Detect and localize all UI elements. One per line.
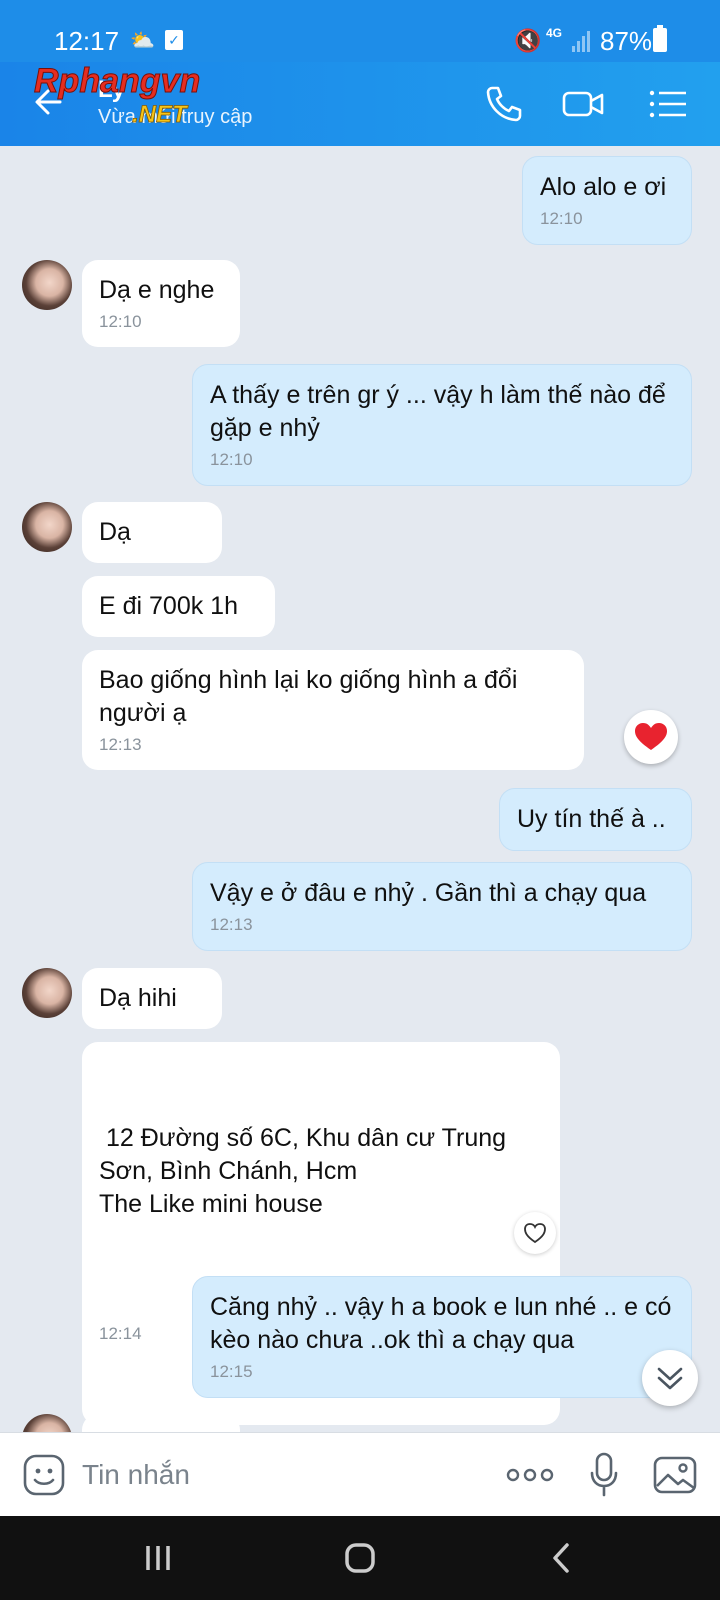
status-bar: 12:17 ⛅ ✓ 🔇 4G 87% [0, 0, 720, 62]
message-time: 12:15 [210, 1362, 253, 1381]
back-arrow-icon[interactable] [30, 82, 70, 122]
message-text: A thấy e trên gr ý ... vậy h làm thế nào… [210, 381, 666, 442]
presence-status: Vừa mới truy cập [98, 106, 253, 128]
battery-icon [653, 25, 667, 52]
image-gallery-icon[interactable] [652, 1453, 698, 1497]
chat-header: Ly Vừa mới truy cập Rphangvn .NET [0, 62, 720, 146]
message-text: Dạ e nghe [99, 276, 215, 304]
double-chevron-down-icon [657, 1367, 683, 1390]
signal-icon [572, 30, 594, 52]
message-time: 12:13 [210, 915, 253, 934]
message-time: 12:13 [99, 735, 142, 754]
message-text: Căng nhỷ .. vậy h a book e lun nhé .. e … [210, 1293, 672, 1354]
heart-icon [635, 723, 667, 750]
message-text: Vậy e ở đâu e nhỷ . Gần thì a chạy qua [210, 879, 647, 907]
menu-list-icon[interactable] [646, 82, 690, 126]
back-icon[interactable] [542, 1538, 582, 1578]
message-time: 12:10 [99, 312, 142, 331]
system-navigation-bar [0, 1516, 720, 1600]
message-bubble-outgoing[interactable]: Uy tín thế à .. [499, 788, 692, 851]
message-text: Uy tín thế à .. [517, 805, 666, 833]
message-text: Alo alo e ơi [540, 173, 667, 201]
message-text: Dạ hihi [99, 984, 177, 1012]
message-text: 12 Đường số 6C, Khu dân cư Trung Sơn, Bì… [99, 1124, 507, 1218]
contact-avatar[interactable] [22, 260, 72, 310]
message-bubble-incoming[interactable]: Dạ [82, 502, 222, 563]
contact-avatar[interactable] [22, 1414, 72, 1432]
message-list[interactable]: Alo alo e ơi 12:10 Dạ e nghe 12:10 A thấ… [0, 146, 720, 1432]
network-type: 4G [546, 26, 563, 40]
message-bubble-outgoing[interactable]: Vậy e ở đâu e nhỷ . Gần thì a chạy qua 1… [192, 862, 692, 951]
message-bubble-incoming-partial[interactable] [82, 1414, 240, 1432]
message-text: E đi 700k 1h [99, 592, 238, 620]
more-options-icon[interactable] [505, 1463, 555, 1487]
video-call-icon[interactable] [561, 82, 605, 126]
message-bubble-incoming[interactable]: Dạ e nghe 12:10 [82, 260, 240, 347]
message-time: 12:10 [210, 450, 253, 469]
phone-call-icon[interactable] [482, 82, 526, 126]
heart-reaction-button[interactable] [514, 1212, 556, 1254]
sun-cloud-icon: ⛅ [130, 30, 155, 52]
message-input-bar: Tin nhắn [0, 1432, 720, 1516]
heart-outline-icon [524, 1223, 546, 1244]
message-bubble-incoming[interactable]: Bao giống hình lại ko giống hình a đổi n… [82, 650, 584, 770]
message-bubble-incoming[interactable]: E đi 700k 1h [82, 576, 275, 637]
message-bubble-outgoing[interactable]: A thấy e trên gr ý ... vậy h làm thế nào… [192, 364, 692, 486]
recent-apps-icon[interactable] [138, 1538, 178, 1578]
message-bubble-outgoing[interactable]: Alo alo e ơi 12:10 [522, 156, 692, 245]
status-time: 12:17 [54, 26, 120, 56]
message-text: Bao giống hình lại ko giống hình a đổi n… [99, 666, 518, 727]
heart-reaction-button[interactable] [624, 710, 678, 764]
message-time: 12:10 [540, 209, 583, 228]
mute-icon: 🔇 [514, 28, 542, 53]
message-input[interactable]: Tin nhắn [82, 1459, 190, 1491]
message-text: Dạ [99, 518, 131, 546]
checkbox-notification-icon: ✓ [165, 30, 183, 50]
microphone-icon[interactable] [588, 1451, 620, 1499]
contact-avatar[interactable] [22, 502, 72, 552]
message-bubble-incoming[interactable]: Dạ hihi [82, 968, 222, 1029]
contact-avatar[interactable] [22, 968, 72, 1018]
home-icon[interactable] [340, 1538, 380, 1578]
scroll-to-bottom-button[interactable] [642, 1350, 698, 1406]
contact-name[interactable]: Ly [98, 76, 125, 104]
sticker-emoji-icon[interactable] [22, 1453, 66, 1497]
battery-percentage: 87% [600, 26, 653, 56]
message-bubble-outgoing[interactable]: Căng nhỷ .. vậy h a book e lun nhé .. e … [192, 1276, 692, 1398]
